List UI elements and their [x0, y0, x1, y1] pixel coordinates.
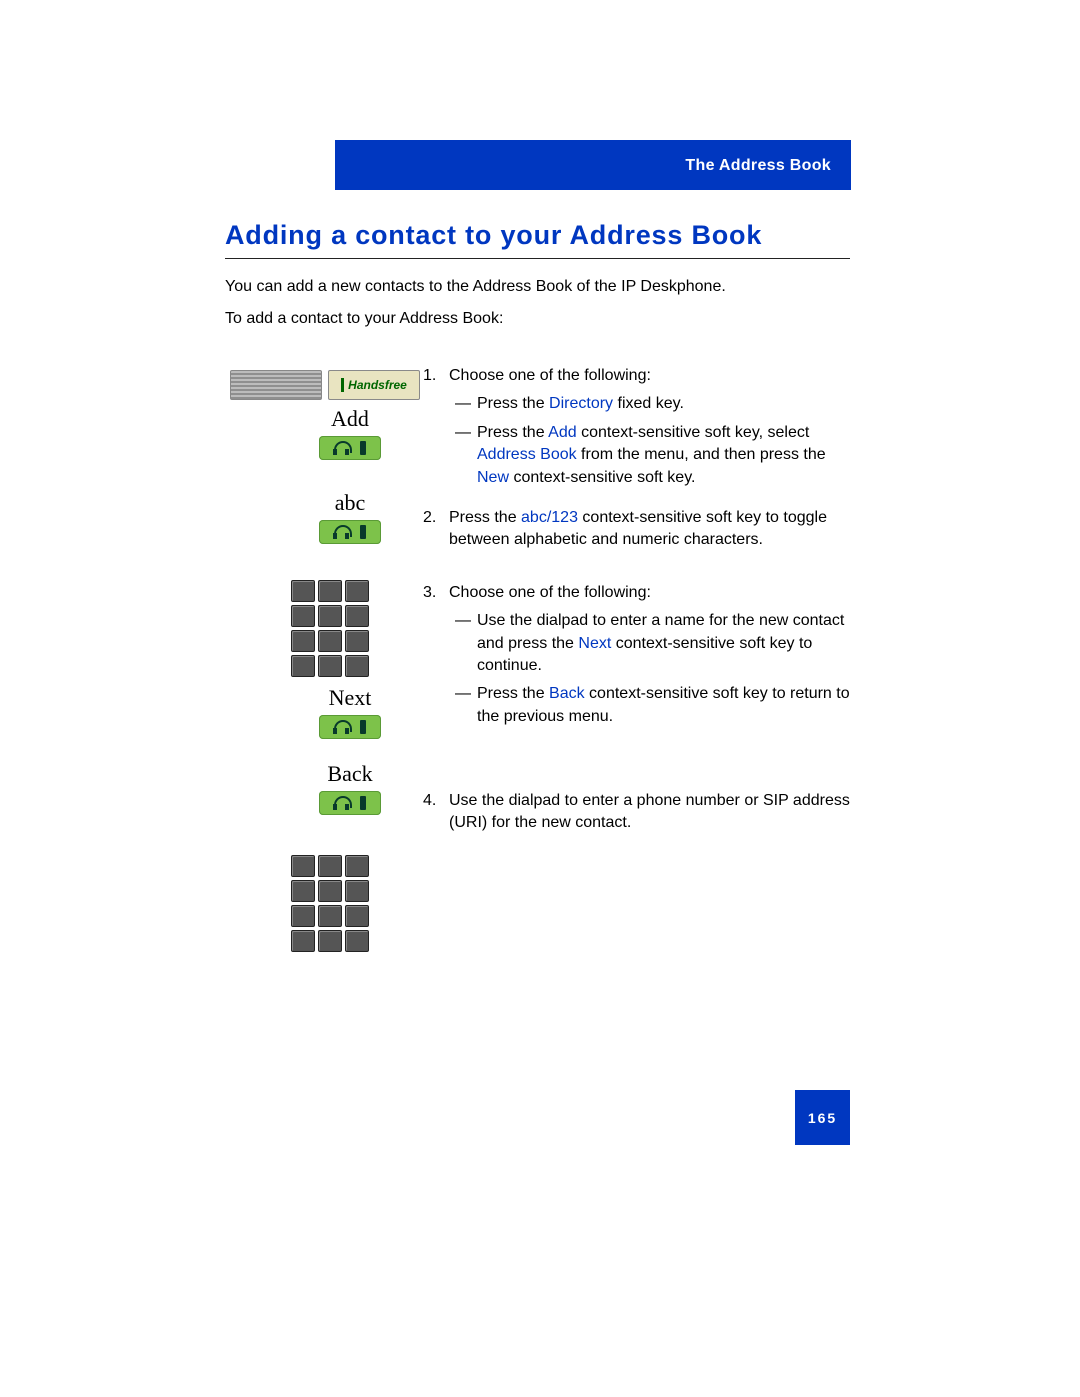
text: Press the	[477, 424, 548, 441]
step-number: 2.	[423, 507, 449, 552]
heading-rule	[225, 258, 850, 259]
step-number: 3.	[423, 582, 449, 728]
new-keyword: New	[477, 469, 509, 486]
page-heading: Adding a contact to your Address Book	[225, 220, 762, 251]
add-keyword: Add	[548, 424, 576, 441]
back-softkey-illustration: Back	[290, 761, 410, 815]
abc-softkey-illustration: abc	[290, 490, 410, 544]
manual-page: The Address Book Adding a contact to you…	[0, 0, 1080, 1397]
step-3: 3. Choose one of the following: — Use th…	[423, 582, 853, 728]
chapter-title: The Address Book	[335, 157, 835, 175]
handsfree-label: Handsfree	[348, 378, 407, 392]
dash-icon: —	[449, 610, 477, 677]
back-label: Back	[290, 761, 410, 787]
softkey-icon	[319, 791, 381, 815]
softkey-icon	[319, 715, 381, 739]
step-1-sub-a: — Press the Directory fixed key.	[449, 393, 853, 415]
intro-paragraph: You can add a new contacts to the Addres…	[225, 275, 850, 299]
next-label: Next	[290, 685, 410, 711]
indicator-icon	[360, 441, 366, 455]
step-2: 2. Press the abc/123 context-sensitive s…	[423, 507, 853, 552]
handsfree-key-icon: Handsfree	[328, 370, 420, 400]
text: Press the	[477, 685, 549, 702]
add-softkey-illustration: Add	[290, 406, 410, 460]
lead-text: To add a contact to your Address Book:	[225, 310, 503, 328]
text: context-sensitive soft key.	[509, 469, 695, 486]
back-keyword: Back	[549, 685, 585, 702]
softkey-icon	[319, 520, 381, 544]
dialpad-icon	[290, 855, 370, 952]
text: context-sensitive soft key, select	[577, 424, 810, 441]
intro-text: You can add a new contacts to the Addres…	[225, 275, 850, 299]
page-number: 165	[795, 1090, 850, 1145]
step-1: 1. Choose one of the following: — Press …	[423, 365, 853, 489]
indicator-icon	[360, 796, 366, 810]
directory-keyword: Directory	[549, 395, 613, 412]
text: fixed key.	[613, 395, 684, 412]
speaker-handsfree-row: Handsfree	[230, 370, 430, 400]
step-4: 4. Use the dialpad to enter a phone numb…	[423, 790, 853, 835]
steps-column: 1. Choose one of the following: — Press …	[423, 365, 853, 853]
abc-label: abc	[290, 490, 410, 516]
indicator-icon	[360, 525, 366, 539]
step-3-sub-a: — Use the dialpad to enter a name for th…	[449, 610, 853, 677]
dash-icon: —	[449, 422, 477, 489]
next-softkey-illustration: Next	[290, 685, 410, 739]
text: Press the	[449, 509, 521, 526]
step-number: 1.	[423, 365, 449, 489]
indicator-icon	[360, 720, 366, 734]
next-keyword: Next	[578, 635, 611, 652]
dialpad-icon	[290, 580, 370, 677]
step-number: 4.	[423, 790, 449, 835]
step-3-sub-b: — Press the Back context-sensitive soft …	[449, 683, 853, 728]
abc123-keyword: abc/123	[521, 509, 578, 526]
step4-illustration	[230, 855, 430, 952]
dash-icon: —	[449, 393, 477, 415]
address-book-keyword: Address Book	[477, 446, 577, 463]
step-1-sub-b: — Press the Add context-sensitive soft k…	[449, 422, 853, 489]
text: from the menu, and then press the	[577, 446, 826, 463]
step3-illustration: Next Back	[230, 580, 430, 815]
add-label: Add	[290, 406, 410, 432]
softkey-icon	[319, 436, 381, 460]
headset-icon	[334, 796, 350, 810]
headset-icon	[334, 525, 350, 539]
step-1-lead: Choose one of the following:	[449, 365, 853, 387]
text: Press the	[477, 395, 549, 412]
dash-icon: —	[449, 683, 477, 728]
speaker-grille-icon	[230, 370, 322, 400]
headset-icon	[334, 720, 350, 734]
step-4-text: Use the dialpad to enter a phone number …	[449, 790, 853, 835]
headset-icon	[334, 441, 350, 455]
step-3-lead: Choose one of the following:	[449, 582, 853, 604]
illustration-column: Handsfree Add abc	[230, 370, 430, 960]
